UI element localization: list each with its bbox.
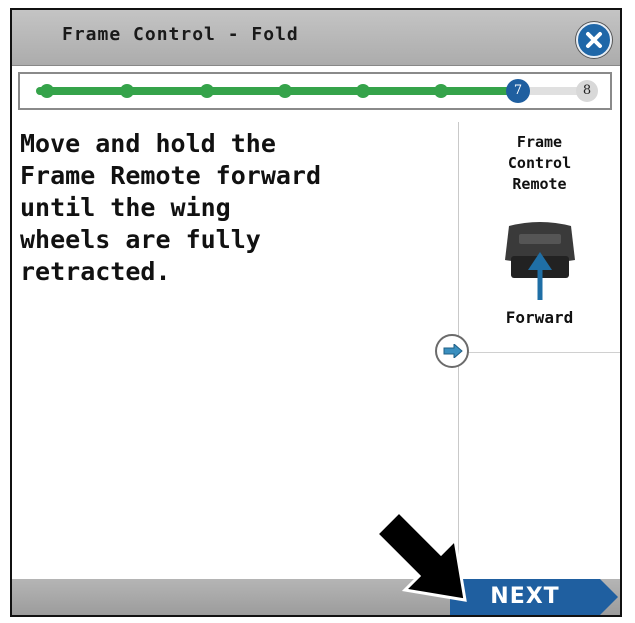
app-frame: Frame Control - Fold 7 8 Move and hold t… bbox=[10, 8, 622, 617]
expand-panel-button[interactable] bbox=[435, 334, 469, 368]
title-bar: Frame Control - Fold bbox=[12, 10, 620, 66]
next-button[interactable]: NEXT bbox=[450, 579, 620, 615]
step-dot bbox=[434, 84, 448, 98]
remote-info-panel: Frame Control Remote Forward bbox=[459, 122, 620, 353]
side-panel-title: Frame Control Remote bbox=[507, 133, 572, 193]
step-dot bbox=[278, 84, 292, 98]
step-dot bbox=[40, 84, 54, 98]
step-dot bbox=[120, 84, 134, 98]
step-dot bbox=[356, 84, 370, 98]
frame-remote-icon bbox=[505, 222, 575, 300]
close-x-icon bbox=[586, 32, 602, 48]
step-progress-bar: 7 8 bbox=[18, 72, 612, 110]
close-button[interactable] bbox=[576, 22, 612, 58]
window-title: Frame Control - Fold bbox=[62, 24, 299, 45]
pointer-arrow-icon bbox=[377, 510, 467, 602]
current-step-indicator: 7 bbox=[506, 79, 530, 103]
instruction-text: Move and hold the Frame Remote forward u… bbox=[20, 129, 322, 286]
arrow-right-icon bbox=[443, 344, 463, 358]
step-dot bbox=[200, 84, 214, 98]
forward-label: Forward bbox=[505, 308, 574, 327]
last-step-indicator: 8 bbox=[576, 80, 598, 102]
